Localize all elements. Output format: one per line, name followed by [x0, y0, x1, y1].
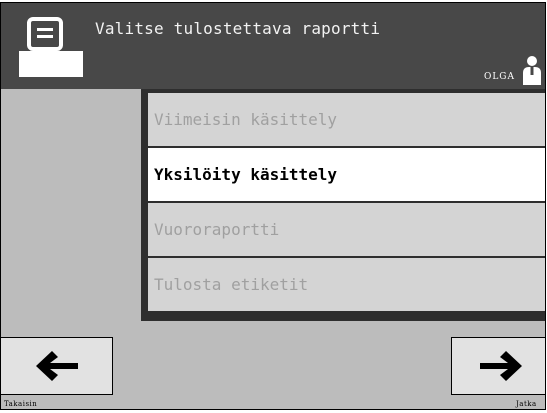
user-indicator: OLGA	[484, 55, 543, 85]
user-name: OLGA	[483, 72, 515, 82]
app-screen: Valitse tulostettava raportti OLGA Viime…	[0, 2, 546, 410]
page-title: Valitse tulostettava raportti	[95, 19, 381, 38]
menu-item-itemized[interactable]: Yksilöity käsittely	[148, 148, 545, 201]
back-button-label: Takaisin	[4, 400, 38, 408]
menu-item-latest[interactable]: Viimeisin käsittely	[148, 93, 545, 146]
menu-item-shift-report[interactable]: Vuororaportti	[148, 203, 545, 256]
menu-item-label: Viimeisin käsittely	[154, 110, 338, 129]
report-menu: Viimeisin käsittely Yksilöity käsittely …	[148, 93, 545, 313]
menu-item-label: Tulosta etiketit	[154, 275, 309, 294]
user-icon	[523, 56, 541, 85]
next-button[interactable]	[451, 337, 545, 395]
back-button[interactable]	[1, 337, 113, 395]
menu-item-label: Vuororaportti	[154, 220, 280, 239]
menu-item-label: Yksilöity käsittely	[154, 165, 338, 184]
menu-item-print-labels[interactable]: Tulosta etiketit	[148, 258, 545, 311]
next-button-label: Jatka	[516, 400, 537, 408]
header-bar: Valitse tulostettava raportti OLGA	[1, 3, 545, 89]
printer-icon	[19, 17, 83, 77]
arrow-left-icon	[35, 351, 78, 381]
arrow-right-icon	[480, 351, 522, 381]
